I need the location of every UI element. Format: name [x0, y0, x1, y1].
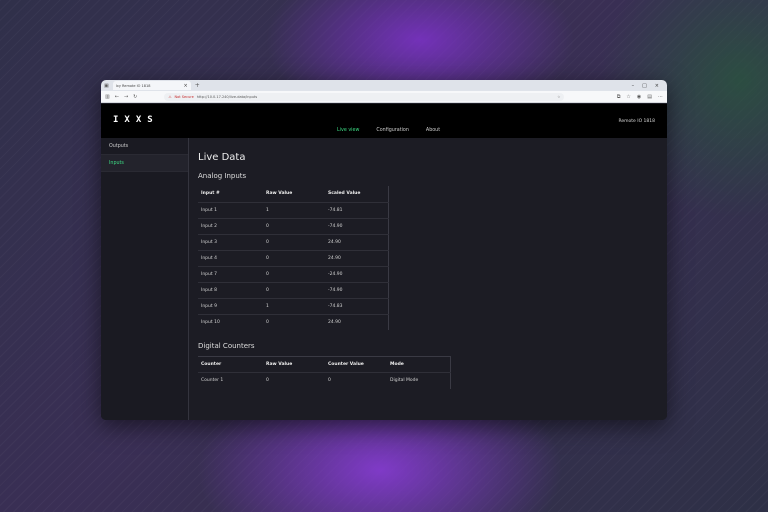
maximize-icon[interactable]: □: [642, 83, 647, 89]
digital-counters-heading: Digital Counters: [198, 342, 255, 350]
warning-icon: ⚠: [168, 94, 172, 99]
sidebar-toggle-icon[interactable]: ▥: [105, 94, 110, 100]
browser-tab[interactable]: Ixy Remote IO 1818 ×: [112, 81, 191, 90]
toolbar-extensions: ⧉ ☆ ◉ ▤ ⋯: [617, 94, 663, 100]
column-header: Counter Value: [325, 356, 387, 373]
app-header: IXXS Live view Configuration About Remot…: [101, 104, 667, 138]
table-cell: Input 1: [198, 201, 263, 218]
table-row: Input 8 0 -74.90: [198, 281, 388, 298]
extensions-icon[interactable]: ⧉: [617, 94, 621, 100]
column-header: Raw Value: [266, 191, 293, 197]
profile-icon[interactable]: ◉: [637, 94, 641, 100]
table-row: Counter 1 0 0 Digital Mode: [198, 372, 450, 389]
table-cell: 1: [263, 297, 325, 314]
table-cell: -74.90: [325, 217, 388, 234]
sidebar: Outputs Inputs: [101, 138, 189, 420]
table-cell: 24.90: [325, 233, 388, 250]
table-row: Input 2 0 -74.90: [198, 217, 388, 234]
table-row: Input 10 0 24.90: [198, 313, 388, 330]
collections-icon[interactable]: ▤: [647, 94, 652, 100]
table-cell: Digital Mode: [387, 372, 450, 389]
app-root: IXXS Live view Configuration About Remot…: [101, 104, 667, 420]
brand-logo: IXXS: [113, 115, 159, 125]
digital-counters-table: Counter Raw Value Counter Value Mode Cou…: [198, 356, 451, 389]
table-cell: Input 4: [198, 249, 263, 266]
table-row: Input 1 1 -74.81: [198, 201, 388, 218]
browser-tab-title: Ixy Remote IO 1818: [115, 83, 151, 88]
table-cell: Input 9: [198, 297, 263, 314]
security-label: Not Secure: [174, 94, 194, 99]
table-cell: 0: [263, 217, 325, 234]
table-cell: Input 3: [198, 233, 263, 250]
nav-configuration[interactable]: Configuration: [376, 128, 409, 133]
table-cell: 0: [263, 281, 325, 298]
table-header-row: Input # Raw Value Scaled Value: [198, 186, 388, 202]
table-cell: -74.90: [325, 281, 388, 298]
column-header: Raw Value: [263, 356, 325, 373]
nav-about[interactable]: About: [426, 128, 440, 133]
table-cell: -74.83: [325, 297, 388, 314]
table-cell: 24.90: [325, 249, 388, 266]
column-header: Scaled Value: [328, 191, 361, 197]
page-title: Live Data: [198, 152, 246, 163]
address-bar[interactable]: ⚠ Not Secure http://10.0.17.240/live-dat…: [164, 92, 565, 101]
column-header: Mode: [387, 356, 450, 373]
sidebar-item-outputs[interactable]: Outputs: [101, 138, 188, 155]
table-cell: 0: [263, 265, 325, 282]
favorites-icon[interactable]: ☆: [626, 94, 630, 100]
table-cell: 0: [263, 233, 325, 250]
nav-live-view[interactable]: Live view: [337, 128, 359, 133]
table-cell: Input 10: [198, 313, 263, 330]
forward-icon[interactable]: →: [124, 94, 128, 100]
table-cell: 24.90: [325, 313, 388, 330]
url-text: http://10.0.17.240/live-data/inputs: [196, 94, 258, 99]
table-cell: Input 2: [198, 217, 263, 234]
table-row: Input 4 0 24.90: [198, 249, 388, 266]
new-tab-icon[interactable]: +: [195, 82, 200, 89]
column-header: Counter: [198, 356, 263, 373]
minimize-icon[interactable]: –: [632, 83, 635, 89]
back-icon[interactable]: ←: [115, 94, 119, 100]
column-header: Input #: [201, 191, 220, 197]
window-controls: – □ ×: [632, 83, 667, 89]
table-cell: Input 7: [198, 265, 263, 282]
device-label: Remote IO 1818: [618, 119, 655, 124]
sidebar-item-inputs[interactable]: Inputs: [101, 155, 188, 172]
browser-toolbar: ▥ ← → ↻ ⚠ Not Secure http://10.0.17.240/…: [101, 91, 667, 103]
table-row: Input 3 0 24.90: [198, 233, 388, 250]
table-cell: 1: [263, 201, 325, 218]
analog-inputs-table: Input # Raw Value Scaled Value Input 11-…: [198, 186, 389, 330]
table-cell: 0: [325, 372, 387, 389]
table-cell: 0: [263, 249, 325, 266]
tab-overview-icon[interactable]: ▣: [104, 83, 109, 89]
table-cell: 0: [263, 372, 325, 389]
table-cell: Counter 1: [198, 372, 263, 389]
table-cell: -74.81: [325, 201, 388, 218]
table-cell: -24.90: [325, 265, 388, 282]
reload-icon[interactable]: ↻: [133, 94, 137, 100]
browser-window: ▣ Ixy Remote IO 1818 × + – □ × ▥ ← → ↻ ⚠…: [101, 80, 667, 420]
bookmark-star-icon[interactable]: ☆: [557, 95, 560, 99]
browser-tabbar: ▣ Ixy Remote IO 1818 × + – □ ×: [101, 80, 667, 91]
analog-inputs-heading: Analog Inputs: [198, 172, 247, 180]
table-row: Input 7 0 -24.90: [198, 265, 388, 282]
table-header-row: Counter Raw Value Counter Value Mode: [198, 356, 450, 373]
close-window-icon[interactable]: ×: [655, 83, 659, 89]
menu-icon[interactable]: ⋯: [658, 94, 663, 100]
main-content: Live Data Analog Inputs Input # Raw Valu…: [198, 152, 667, 420]
table-row: Input 9 1 -74.83: [198, 297, 388, 314]
main-nav: Live view Configuration About: [337, 128, 440, 133]
table-cell: Input 8: [198, 281, 263, 298]
close-tab-icon[interactable]: ×: [184, 83, 188, 89]
table-cell: 0: [263, 313, 325, 330]
